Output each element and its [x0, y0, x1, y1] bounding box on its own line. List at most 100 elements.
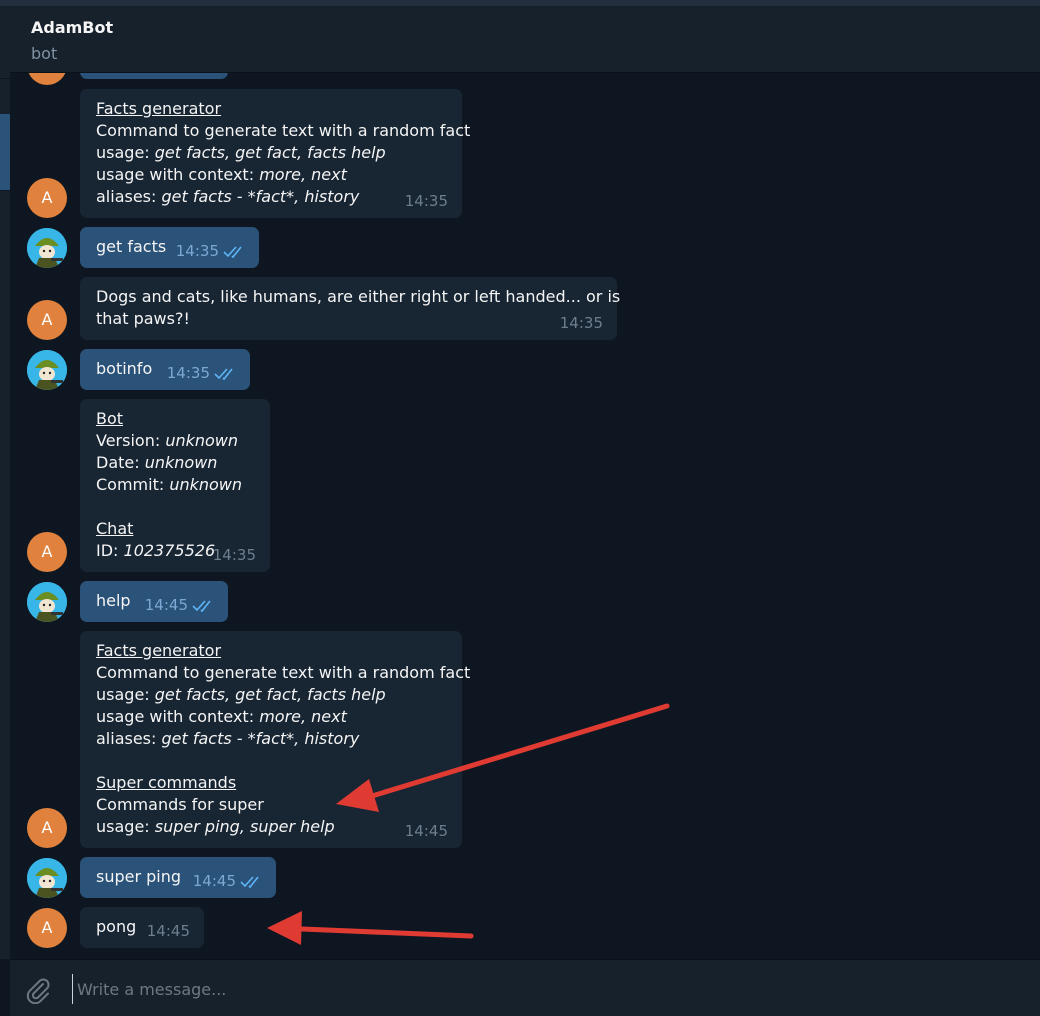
message-line: usage with context: more, next: [96, 706, 446, 728]
chat-title: AdamBot: [31, 18, 114, 37]
message-line: Commands for super: [96, 794, 446, 816]
message-line: usage with context: more, next: [96, 164, 446, 186]
message-time: 14:35: [559, 314, 603, 332]
message-text: help: [96, 591, 131, 610]
message-text: botinfo: [96, 359, 153, 378]
user-avatar[interactable]: [27, 228, 67, 268]
message-text: super ping: [96, 867, 182, 886]
paperclip-icon[interactable]: [24, 976, 52, 1004]
user-avatar[interactable]: [27, 350, 67, 390]
text-span: Command to generate text with a random f…: [96, 121, 471, 140]
user-avatar[interactable]: [27, 582, 67, 622]
text-span: more, next: [259, 165, 347, 184]
message-line: usage: super ping, super help: [96, 816, 446, 838]
message-bubble-help: help 14:45: [80, 581, 228, 622]
message-line: [96, 750, 446, 772]
message-bubble-pong: pong 14:45: [80, 907, 204, 948]
double-check-icon: [192, 600, 211, 613]
text-span: get facts - *fact*, history: [161, 187, 360, 206]
avatar-partial: [27, 73, 67, 85]
soldier-avatar-icon: [27, 582, 67, 622]
double-check-icon: [214, 368, 233, 381]
message-input[interactable]: [72, 974, 979, 1004]
divider: [0, 190, 10, 191]
chat-header[interactable]: AdamBot bot: [10, 6, 1040, 73]
soldier-avatar-icon: [27, 350, 67, 390]
text-span: unknown: [165, 431, 239, 450]
text-span: usage with context:: [96, 165, 260, 184]
text-span: [96, 751, 101, 770]
message-bubble-help-reply: Facts generator Command to generate text …: [80, 631, 470, 848]
message-text: Facts generator Command to generate text …: [96, 98, 470, 208]
text-span: Date:: [96, 453, 145, 472]
message-text: pong: [96, 917, 137, 936]
message-time: 14:35: [404, 192, 448, 210]
message-line: Bot: [96, 408, 254, 430]
bot-avatar[interactable]: A: [27, 300, 67, 340]
message-composer: [10, 959, 1040, 1016]
message-line: Facts generator: [96, 640, 446, 662]
text-span: get facts - *fact*, history: [161, 729, 360, 748]
message-line: Facts generator: [96, 98, 446, 120]
message-time: 14:45: [144, 596, 188, 614]
message-list[interactable]: Facts generator Command to generate text …: [10, 73, 1040, 959]
message-line: Chat: [96, 518, 254, 540]
bot-avatar[interactable]: A: [27, 178, 67, 218]
message-line: Super commands: [96, 772, 446, 794]
message-line: that paws?!: [96, 308, 601, 330]
text-span: Bot: [96, 409, 124, 428]
text-span: Facts generator: [96, 641, 222, 660]
text-span: Facts generator: [96, 99, 222, 118]
text-span: more, next: [259, 707, 347, 726]
message-bubble-botinfo-reply: Bot Version: unknown Date: unknown Commit: …: [80, 399, 270, 572]
chat-list-edge[interactable]: [0, 6, 10, 959]
message-bubble-partial: [80, 73, 228, 79]
message-text: Facts generator Command to generate text …: [96, 640, 470, 838]
message-time: 14:35: [166, 364, 210, 382]
message-bubble-get-facts: get facts 14:35: [80, 227, 259, 268]
message-line: usage: get facts, get fact, facts help: [96, 684, 446, 706]
text-span: 102375526: [123, 541, 216, 560]
bot-avatar[interactable]: A: [27, 808, 67, 848]
text-span: usage:: [96, 685, 155, 704]
soldier-avatar-icon: [27, 228, 67, 268]
message-bubble-super-ping: super ping 14:45: [80, 857, 276, 898]
text-span: usage:: [96, 143, 155, 162]
user-avatar[interactable]: [27, 858, 67, 898]
message-time: 14:45: [192, 872, 236, 890]
text-span: usage:: [96, 817, 155, 836]
text-span: that paws?!: [96, 309, 190, 328]
text-span: ID:: [96, 541, 124, 560]
message-line: aliases: get facts - *fact*, history: [96, 186, 446, 208]
selected-chat-indicator: [0, 114, 10, 190]
bot-avatar[interactable]: A: [27, 532, 67, 572]
message-line: [96, 496, 254, 518]
message-line: Command to generate text with a random f…: [96, 662, 470, 684]
divider: [0, 78, 10, 79]
double-check-icon: [223, 246, 242, 259]
text-span: get facts, get fact, facts help: [154, 143, 386, 162]
text-span: Commands for super: [96, 795, 264, 814]
bot-avatar[interactable]: A: [27, 908, 67, 948]
text-span: aliases:: [96, 729, 162, 748]
text-span: Dogs and cats, like humans, are either r…: [96, 287, 621, 306]
chat-status: bot: [31, 44, 58, 63]
message-line: Command to generate text with a random f…: [96, 120, 470, 142]
text-span: Commit:: [96, 475, 170, 494]
message-text: Bot Version: unknown Date: unknown Commit: …: [96, 408, 254, 562]
message-text: Dogs and cats, like humans, are either r…: [96, 286, 620, 330]
text-span: Chat: [96, 519, 134, 538]
message-time: 14:35: [212, 546, 256, 564]
text-span: unknown: [144, 453, 218, 472]
message-time: 14:45: [146, 922, 190, 940]
message-bubble-botinfo: botinfo 14:35: [80, 349, 250, 390]
message-line: aliases: get facts - *fact*, history: [96, 728, 446, 750]
text-span: usage with context:: [96, 707, 260, 726]
message-bubble-facts-help: Facts generator Command to generate text …: [80, 89, 470, 218]
message-bubble-fact: Dogs and cats, like humans, are either r…: [80, 277, 620, 340]
double-check-icon: [240, 876, 259, 889]
text-span: [96, 497, 101, 516]
text-span: Command to generate text with a random f…: [96, 663, 471, 682]
text-span: aliases:: [96, 187, 162, 206]
message-line: Date: unknown: [96, 452, 254, 474]
